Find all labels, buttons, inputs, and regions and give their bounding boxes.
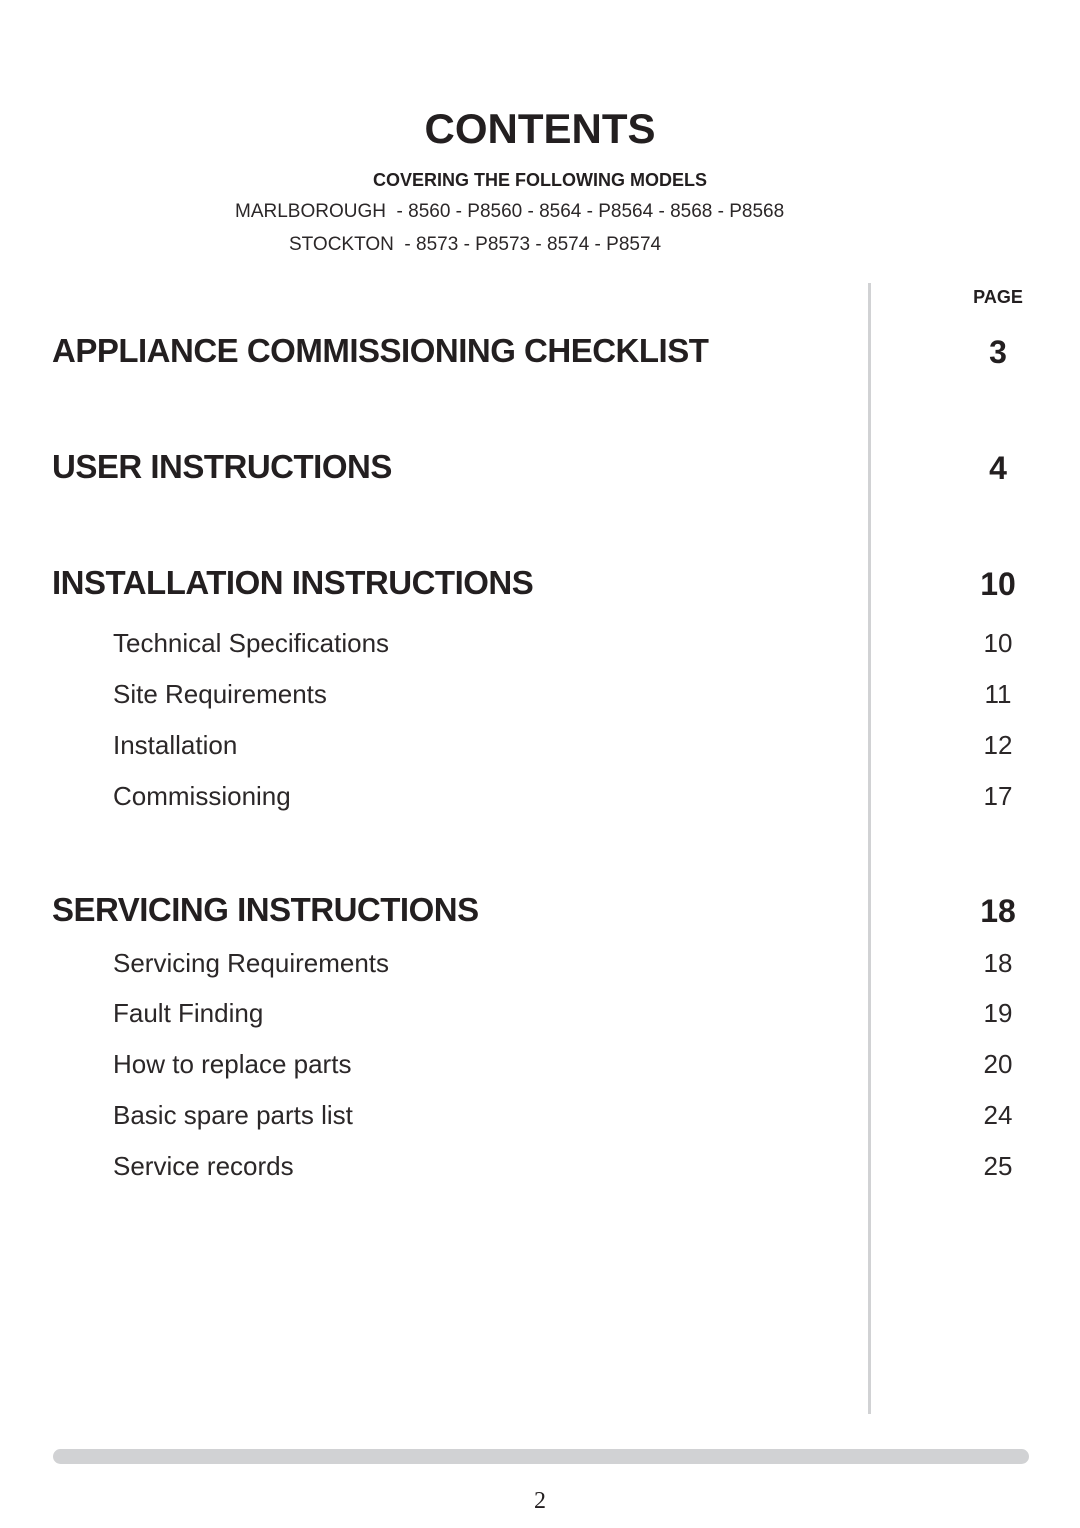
- toc-item-page: 10: [983, 628, 1013, 658]
- toc-item-label[interactable]: Servicing Requirements: [113, 947, 389, 979]
- section-page-number: 3: [989, 334, 1007, 370]
- toc-item-label[interactable]: Site Requirements: [113, 678, 327, 710]
- section-title[interactable]: SERVICING INSTRUCTIONS: [52, 890, 479, 930]
- footer-bar: [53, 1449, 1029, 1464]
- section-page-number: 10: [980, 566, 1016, 602]
- toc-item-label[interactable]: Commissioning: [113, 780, 291, 812]
- page-number: 2: [534, 1488, 546, 1514]
- toc-item-page: 12: [983, 730, 1013, 760]
- toc-item-label[interactable]: Service records: [113, 1150, 294, 1182]
- page-title: CONTENTS: [424, 105, 656, 152]
- toc-item-page: 20: [983, 1049, 1013, 1079]
- toc-item-page: 18: [983, 948, 1013, 978]
- section-title[interactable]: APPLIANCE COMMISSIONING CHECKLIST: [52, 331, 709, 371]
- toc-item-label[interactable]: How to replace parts: [113, 1048, 351, 1080]
- models-stockton: STOCKTON - 8573 - P8573 - 8574 - P8574: [289, 234, 662, 255]
- toc-item-page: 25: [983, 1151, 1013, 1181]
- toc-item-page: 11: [984, 679, 1012, 709]
- toc-item-label[interactable]: Technical Specifications: [113, 627, 389, 659]
- covering-models-label: COVERING THE FOLLOWING MODELS: [373, 170, 707, 190]
- toc-item-label[interactable]: Installation: [113, 729, 237, 761]
- toc-item-page: 19: [983, 998, 1013, 1028]
- section-page-number: 18: [980, 893, 1016, 929]
- models-marlborough: MARLBOROUGH - 8560 - P8560 - 8564 - P856…: [235, 201, 785, 222]
- toc-item-label[interactable]: Basic spare parts list: [113, 1099, 353, 1131]
- column-divider: [868, 283, 871, 1414]
- toc-item-label[interactable]: Fault Finding: [113, 997, 263, 1029]
- page-column-header: PAGE: [973, 287, 1023, 307]
- section-title[interactable]: INSTALLATION INSTRUCTIONS: [52, 563, 534, 603]
- section-page-number: 4: [989, 450, 1007, 486]
- toc-item-page: 17: [983, 781, 1013, 811]
- section-title[interactable]: USER INSTRUCTIONS: [52, 447, 392, 487]
- toc-item-page: 24: [983, 1100, 1013, 1130]
